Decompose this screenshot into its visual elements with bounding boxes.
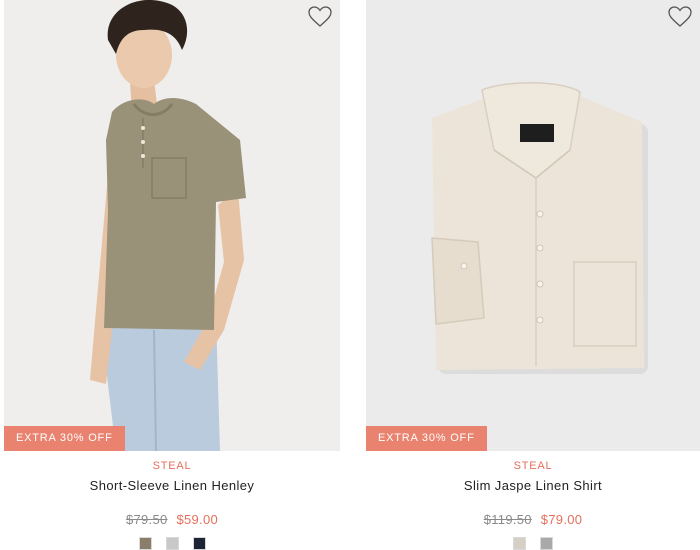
promo-badge: EXTRA 30% OFF [366, 426, 487, 451]
color-swatch[interactable] [192, 537, 206, 550]
color-swatch[interactable] [138, 537, 152, 550]
product-grid: EXTRA 30% OFF STEAL Short-Sleeve Linen H… [0, 0, 700, 550]
product-image[interactable]: EXTRA 30% OFF [366, 0, 700, 451]
folded-shirt-photo [366, 0, 700, 451]
color-swatches [4, 537, 340, 550]
color-swatch[interactable] [513, 537, 526, 550]
model-photo [4, 0, 340, 451]
product-card[interactable]: EXTRA 30% OFF STEAL Short-Sleeve Linen H… [4, 0, 340, 550]
wishlist-heart-icon[interactable] [308, 6, 332, 28]
original-price: $79.50 [125, 512, 168, 527]
product-name[interactable]: Slim Jaspe Linen Shirt [366, 478, 700, 493]
product-tag: STEAL [513, 460, 553, 472]
promo-badge: EXTRA 30% OFF [4, 426, 125, 451]
product-name[interactable]: Short-Sleeve Linen Henley [4, 478, 340, 493]
product-tag: STEAL [152, 460, 192, 472]
color-swatch[interactable] [165, 537, 179, 550]
color-swatches [366, 537, 700, 550]
product-price: $79.50 $59.00 [4, 512, 340, 527]
product-image[interactable]: EXTRA 30% OFF [4, 0, 340, 451]
product-card[interactable]: EXTRA 30% OFF STEAL Slim Jaspe Linen Shi… [366, 0, 700, 550]
sale-price: $59.00 [176, 512, 219, 527]
sale-price: $79.00 [540, 512, 583, 527]
wishlist-heart-icon[interactable] [668, 6, 692, 28]
product-price: $119.50 $79.00 [366, 512, 700, 527]
color-swatch[interactable] [540, 537, 553, 550]
original-price: $119.50 [483, 512, 532, 527]
